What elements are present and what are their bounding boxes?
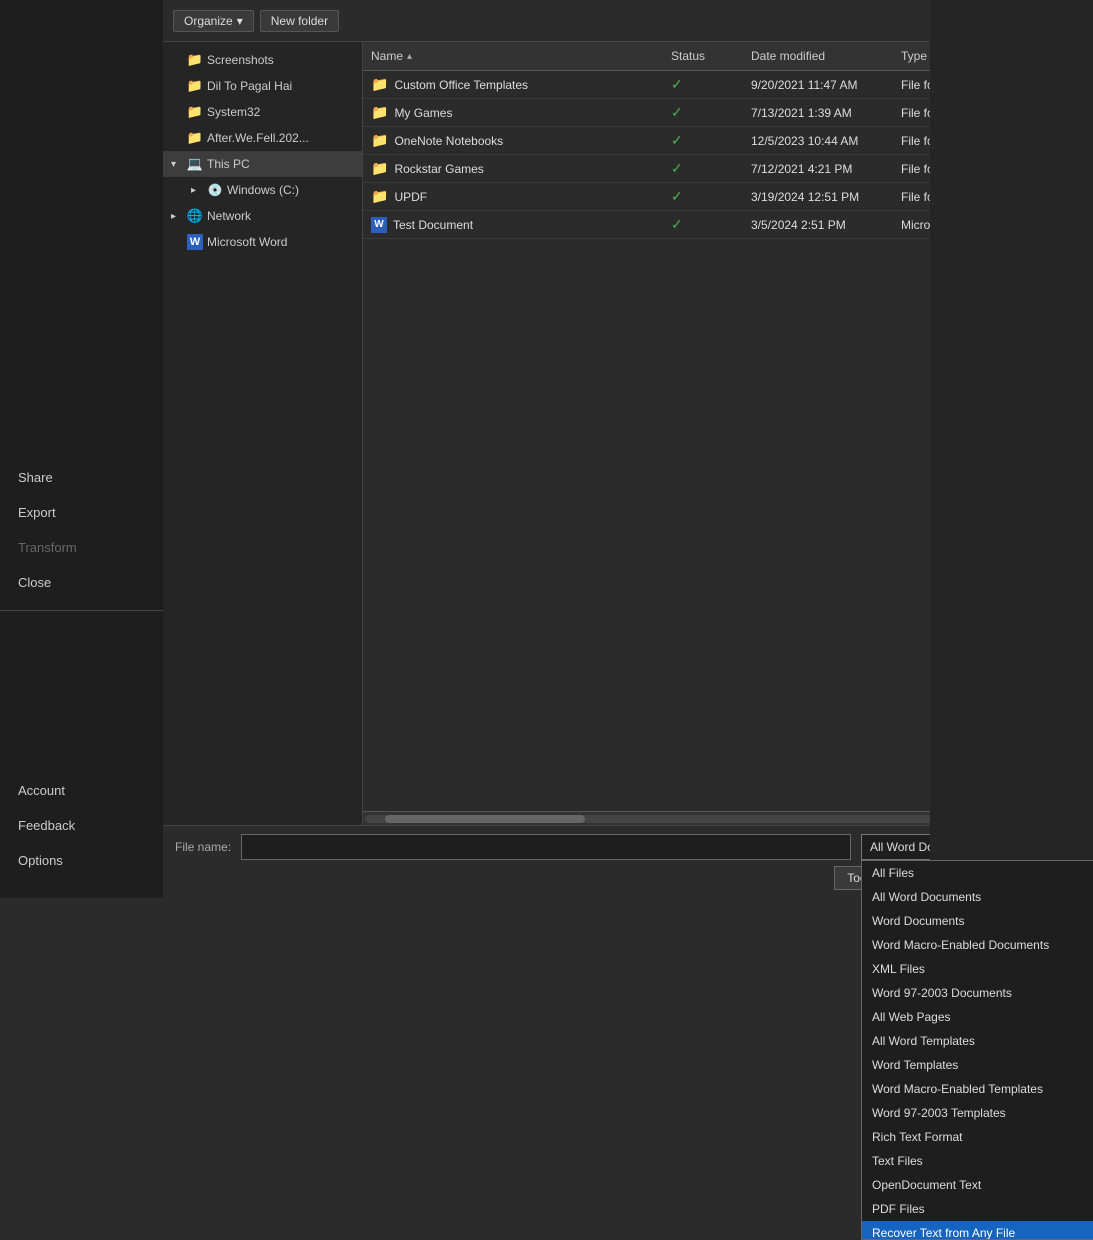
- sidebar-item-share[interactable]: Share: [0, 460, 163, 495]
- word-icon: W: [187, 234, 203, 250]
- filetype-dropdown: All FilesAll Word DocumentsWord Document…: [861, 860, 1093, 1240]
- sync-check-icon: ✓: [671, 76, 683, 92]
- dropdown-option-all-word-templates[interactable]: All Word Templates: [862, 1029, 1093, 1053]
- file-cell-name: 📁 Custom Office Templates: [363, 76, 663, 93]
- word-backstage-sidebar: Share Export Transform Close Account Fee…: [0, 0, 163, 898]
- sidebar-item-transform: Transform: [0, 530, 163, 565]
- file-cell-name: 📁 UPDF: [363, 188, 663, 205]
- file-cell-date: 3/19/2024 12:51 PM: [743, 190, 893, 204]
- nav-item-after-we-fell[interactable]: 📁 After.We.Fell.202...: [163, 125, 362, 151]
- dropdown-option-all-web-pages[interactable]: All Web Pages: [862, 1005, 1093, 1029]
- sidebar-item-options[interactable]: Options: [0, 843, 163, 878]
- file-cell-status: ✓: [663, 188, 743, 205]
- file-cell-status: ✓: [663, 160, 743, 177]
- sync-check-icon: ✓: [671, 216, 683, 232]
- folder-icon: 📁: [187, 78, 203, 94]
- organize-arrow-icon: ▾: [237, 14, 243, 28]
- nav-arrow: ▸: [171, 211, 183, 222]
- dropdown-option-word-97-2003[interactable]: Word 97-2003 Documents: [862, 981, 1093, 1005]
- col-header-name[interactable]: Name ▴: [363, 46, 663, 66]
- sidebar-item-account[interactable]: Account: [0, 773, 163, 808]
- sort-arrow-icon: ▴: [407, 51, 412, 62]
- dropdown-option-rich-text[interactable]: Rich Text Format: [862, 1125, 1093, 1149]
- file-cell-date: 12/5/2023 10:44 AM: [743, 134, 893, 148]
- col-header-status[interactable]: Status: [663, 46, 743, 66]
- dropdown-option-xml-files[interactable]: XML Files: [862, 957, 1093, 981]
- sync-check-icon: ✓: [671, 132, 683, 148]
- file-cell-status: ✓: [663, 216, 743, 233]
- file-cell-name: 📁 Rockstar Games: [363, 160, 663, 177]
- file-cell-name: W Test Document: [363, 217, 663, 233]
- file-cell-status: ✓: [663, 76, 743, 93]
- nav-item-screenshots[interactable]: 📁 Screenshots: [163, 47, 362, 73]
- folder-icon: 📁: [187, 52, 203, 68]
- sidebar-bottom: Account Feedback Options: [0, 773, 163, 898]
- nav-tree: 📁 Screenshots 📁 Dil To Pagal Hai 📁 Syste…: [163, 42, 363, 825]
- sidebar-item-export[interactable]: Export: [0, 495, 163, 530]
- organize-button[interactable]: Organize ▾: [173, 10, 254, 32]
- file-cell-date: 7/13/2021 1:39 AM: [743, 106, 893, 120]
- file-cell-date: 7/12/2021 4:21 PM: [743, 162, 893, 176]
- right-panel: [930, 0, 1093, 898]
- scroll-thumb[interactable]: [385, 815, 585, 823]
- folder-icon: 📁: [371, 76, 388, 93]
- drive-icon: 💿: [207, 182, 223, 198]
- dropdown-option-word-macro-docs[interactable]: Word Macro-Enabled Documents: [862, 933, 1093, 957]
- nav-item-this-pc[interactable]: ▾ 💻 This PC: [163, 151, 362, 177]
- filename-label: File name:: [175, 840, 231, 854]
- nav-item-microsoft-word[interactable]: W Microsoft Word: [163, 229, 362, 255]
- file-cell-date: 9/20/2021 11:47 AM: [743, 78, 893, 92]
- dropdown-option-word-docs[interactable]: Word Documents: [862, 909, 1093, 933]
- nav-item-windows-c[interactable]: ▸ 💿 Windows (C:): [163, 177, 362, 203]
- folder-icon: 📁: [371, 160, 388, 177]
- dropdown-option-word-97-2003-templates[interactable]: Word 97-2003 Templates: [862, 1101, 1093, 1125]
- filename-input[interactable]: [241, 834, 851, 860]
- pc-icon: 💻: [187, 156, 203, 172]
- folder-icon: 📁: [371, 132, 388, 149]
- nav-item-system32[interactable]: 📁 System32: [163, 99, 362, 125]
- dropdown-option-text-files[interactable]: Text Files: [862, 1149, 1093, 1173]
- sync-check-icon: ✓: [671, 104, 683, 120]
- nav-arrow: ▸: [191, 185, 203, 196]
- dropdown-option-word-templates[interactable]: Word Templates: [862, 1053, 1093, 1077]
- dropdown-option-pdf-files[interactable]: PDF Files: [862, 1197, 1093, 1221]
- file-cell-name: 📁 My Games: [363, 104, 663, 121]
- folder-icon: 📁: [187, 130, 203, 146]
- dropdown-option-word-macro-templates[interactable]: Word Macro-Enabled Templates: [862, 1077, 1093, 1101]
- right-panel-content: [930, 0, 1093, 20]
- nav-item-dil-to-pagal-hai[interactable]: 📁 Dil To Pagal Hai: [163, 73, 362, 99]
- sidebar-menu: Share Export Transform Close: [0, 0, 163, 773]
- folder-icon: 📁: [187, 104, 203, 120]
- file-cell-status: ✓: [663, 104, 743, 121]
- dropdown-option-all-files[interactable]: All Files: [862, 861, 1093, 885]
- sidebar-item-close[interactable]: Close: [0, 565, 163, 600]
- col-header-date[interactable]: Date modified: [743, 46, 893, 66]
- sync-check-icon: ✓: [671, 160, 683, 176]
- file-cell-date: 3/5/2024 2:51 PM: [743, 218, 893, 232]
- sync-check-icon: ✓: [671, 188, 683, 204]
- folder-icon: 📁: [371, 188, 388, 205]
- dropdown-option-recover-text[interactable]: Recover Text from Any File: [862, 1221, 1093, 1240]
- file-cell-name: 📁 OneNote Notebooks: [363, 132, 663, 149]
- folder-icon: 📁: [371, 104, 388, 121]
- nav-item-network[interactable]: ▸ 🌐 Network: [163, 203, 362, 229]
- dropdown-option-all-word-docs[interactable]: All Word Documents: [862, 885, 1093, 909]
- dropdown-option-open-document[interactable]: OpenDocument Text: [862, 1173, 1093, 1197]
- network-icon: 🌐: [187, 208, 203, 224]
- nav-expand-arrow: ▾: [171, 159, 183, 170]
- file-cell-status: ✓: [663, 132, 743, 149]
- new-folder-button[interactable]: New folder: [260, 10, 339, 32]
- sidebar-item-feedback[interactable]: Feedback: [0, 808, 163, 843]
